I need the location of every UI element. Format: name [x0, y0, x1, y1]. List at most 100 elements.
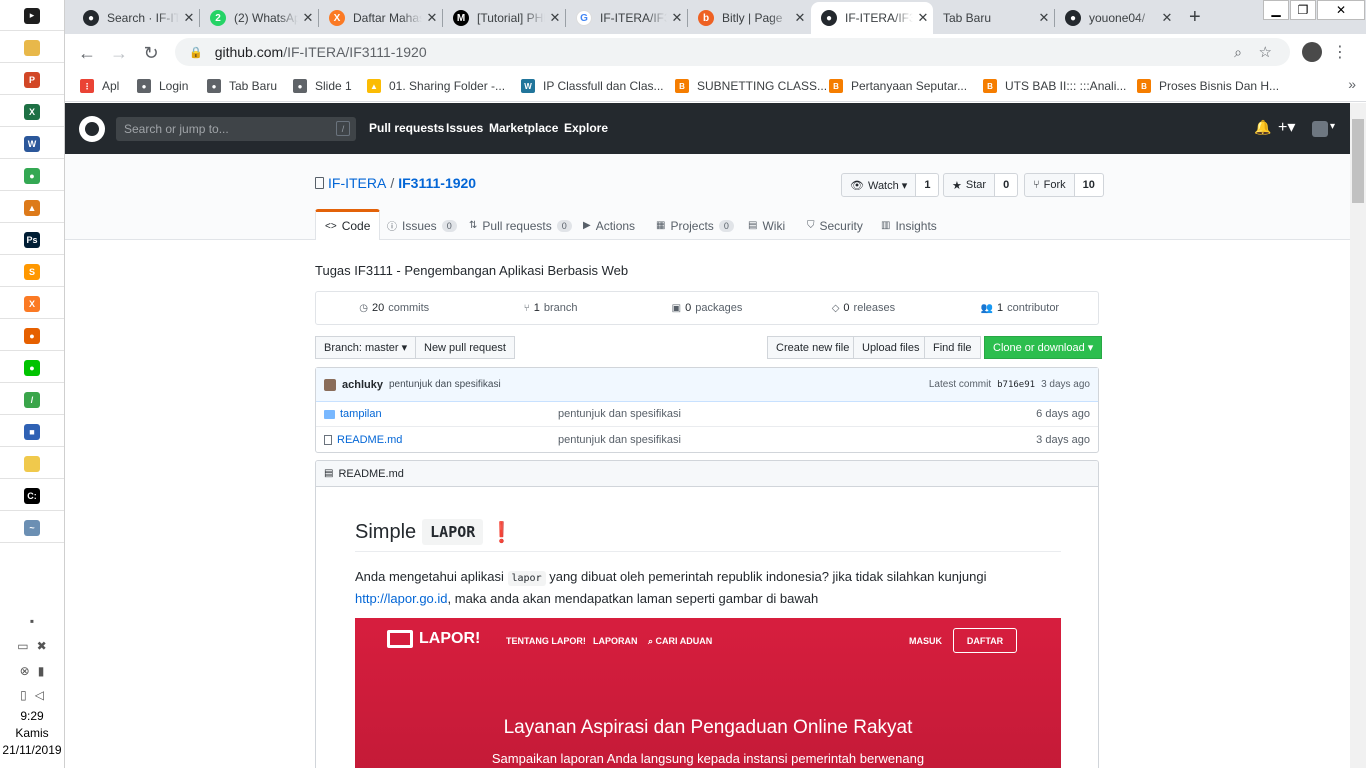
user-avatar[interactable] — [1312, 121, 1328, 137]
tab-pull-requests[interactable]: ⇅ Pull requests 0 — [460, 211, 581, 240]
bookmark-item[interactable]: B Pertanyaan Seputar... — [829, 76, 967, 96]
clock-day[interactable]: Kamis — [0, 725, 64, 742]
new-tab-button[interactable]: + — [1189, 6, 1201, 29]
scrollbar-thumb[interactable] — [1352, 119, 1364, 203]
file-commit-message[interactable]: pentunjuk dan spesifikasi — [558, 408, 681, 420]
close-tab-icon[interactable]: ✕ — [667, 10, 687, 26]
close-tab-icon[interactable]: ✕ — [1034, 10, 1054, 26]
star-button[interactable]: ★ Star — [943, 173, 996, 197]
bookmarks-more-icon[interactable]: » — [1348, 76, 1356, 92]
commit-author[interactable]: achluky — [342, 379, 383, 391]
terminal-app[interactable]: C: — [0, 481, 64, 511]
summary-branch[interactable]: ⑂ 1 branch — [472, 292, 628, 324]
summary-releases[interactable]: ◇ 0 releases — [785, 292, 941, 324]
bell-icon[interactable]: 🔔 — [1254, 119, 1271, 136]
xampp-app[interactable]: X — [0, 289, 64, 319]
lapor-link[interactable]: http://lapor.go.id — [355, 591, 448, 606]
chrome-app[interactable]: ● — [0, 161, 64, 191]
nav-marketplace[interactable]: Marketplace — [489, 121, 558, 135]
bookmark-item[interactable]: B Proses Bisnis Dan H... — [1137, 76, 1279, 96]
avatar-dropdown-icon[interactable]: ▾ — [1330, 121, 1335, 132]
notepad-app[interactable]: / — [0, 385, 64, 415]
word-app[interactable]: W — [0, 129, 64, 159]
bookmark-item[interactable]: W IP Classfull dan Clas... — [521, 76, 664, 96]
browser-tab[interactable]: ● IF-ITERA/IF3111-1920✕ — [811, 2, 933, 34]
cmd-app[interactable]: ▸ — [0, 1, 64, 31]
line-app[interactable]: ● — [0, 353, 64, 383]
repo-name-link[interactable]: IF3111-1920 — [398, 175, 476, 191]
menu-icon[interactable]: ⋮ — [1330, 42, 1350, 62]
tab-security[interactable]: ⛉ Security — [798, 211, 872, 240]
github-logo-icon[interactable] — [79, 116, 105, 142]
bookmark-star-icon[interactable]: ☆ — [1259, 43, 1272, 61]
browser-tab[interactable]: M [Tutorial] PHP ✕ — [443, 2, 565, 34]
tab-wiki[interactable]: ▤ Wiki — [739, 211, 794, 240]
bookmark-item[interactable]: B UTS BAB II::: :::Anali... — [983, 76, 1126, 96]
branch-select-button[interactable]: Branch: master ▾ — [315, 336, 417, 359]
close-tab-icon[interactable]: ✕ — [298, 10, 318, 26]
minimize-button[interactable]: ▁ — [1263, 0, 1289, 20]
tray-x-icon[interactable]: ⊗ — [20, 664, 30, 678]
maximize-button[interactable]: ❐ — [1290, 0, 1316, 20]
browser-tab[interactable]: G IF-ITERA/IF3111✕ — [566, 2, 687, 34]
fork-count[interactable]: 10 — [1074, 173, 1104, 197]
battery-icon[interactable]: ▯ — [20, 688, 27, 702]
nav-issues[interactable]: Issues — [446, 121, 483, 135]
tab-actions[interactable]: ▶ Actions — [574, 211, 644, 240]
reload-button[interactable]: ↻ — [138, 40, 164, 66]
ubuntu-app[interactable]: ▲ — [0, 193, 64, 223]
tab-issues[interactable]: ⓘ Issues 0 — [378, 211, 466, 240]
folder-app[interactable] — [0, 449, 64, 479]
clock-date[interactable]: 21/11/2019 — [0, 742, 64, 759]
close-tab-icon[interactable]: ✕ — [790, 10, 810, 26]
close-window-button[interactable]: ✕ — [1317, 0, 1365, 20]
explorer-app[interactable] — [0, 33, 64, 63]
address-bar[interactable]: 🔒 github.com/IF-ITERA/IF3111-1920 ⌕ ☆ — [175, 38, 1290, 66]
excel-app[interactable]: X — [0, 97, 64, 127]
find-file-button[interactable]: Find file — [924, 336, 981, 359]
powerpoint-app[interactable]: P — [0, 65, 64, 95]
browser-tab[interactable]: 2 (2) WhatsApp✕ — [200, 2, 318, 34]
commit-sha[interactable]: b716e91 — [997, 380, 1035, 390]
repo-owner-link[interactable]: IF-ITERA — [328, 175, 386, 191]
clone-download-button[interactable]: Clone or download ▾ — [984, 336, 1103, 359]
tab-projects[interactable]: ▦ Projects 0 — [647, 211, 743, 240]
close-tab-icon[interactable]: ✕ — [545, 10, 565, 26]
upload-files-button[interactable]: Upload files — [853, 336, 929, 359]
photoshop-app[interactable]: Ps — [0, 225, 64, 255]
back-button[interactable]: ← — [74, 40, 100, 66]
fork-button[interactable]: ⑂ Fork — [1024, 173, 1075, 197]
bookmark-item[interactable]: ⋮ Apl — [80, 76, 119, 96]
xampp-tray-icon[interactable]: ✖ — [37, 639, 47, 653]
firefox-app[interactable]: ● — [0, 321, 64, 351]
tab-code[interactable]: <> Code — [315, 209, 381, 240]
watch-button[interactable]: 👁 Watch ▾ — [841, 173, 917, 197]
watch-count[interactable]: 1 — [916, 173, 940, 197]
file-name[interactable]: tampilan — [324, 408, 382, 420]
nav-pull-requests[interactable]: Pull requests — [369, 121, 444, 135]
clock-time[interactable]: 9:29 — [0, 708, 64, 725]
plus-dropdown-icon[interactable]: +▾ — [1278, 117, 1295, 137]
tab-insights[interactable]: ▥ Insights — [872, 211, 946, 240]
close-tab-icon[interactable]: ✕ — [422, 10, 442, 26]
bookmark-item[interactable]: ● Tab Baru — [207, 76, 277, 96]
bookmark-item[interactable]: ● Slide 1 — [293, 76, 352, 96]
bookmark-item[interactable]: B SUBNETTING CLASS... — [675, 76, 827, 96]
bookmark-item[interactable]: ● Login — [137, 76, 188, 96]
bookmark-item[interactable]: ▲ 01. Sharing Folder -... — [367, 76, 505, 96]
browser-tab[interactable]: b Bitly | Page ✕ — [688, 2, 810, 34]
star-count[interactable]: 0 — [995, 173, 1019, 197]
browser-tab[interactable]: Tab Baru ✕ — [933, 2, 1054, 34]
sublime-app[interactable]: S — [0, 257, 64, 287]
network-icon[interactable]: ▭ — [17, 639, 28, 653]
new-pull-request-button[interactable]: New pull request — [415, 336, 515, 359]
virtualbox-app[interactable]: ■ — [0, 417, 64, 447]
zoom-icon[interactable]: ⌕ — [1234, 44, 1242, 61]
signal-icon[interactable]: ▮ — [38, 664, 45, 678]
close-tab-icon[interactable]: ✕ — [1157, 10, 1177, 26]
monitor-app[interactable]: ~ — [0, 513, 64, 543]
volume-icon[interactable]: ◁ — [35, 688, 44, 702]
profile-avatar[interactable] — [1302, 42, 1322, 62]
create-new-file-button[interactable]: Create new file — [767, 336, 859, 359]
github-search-input[interactable]: Search or jump to... / — [116, 117, 356, 141]
